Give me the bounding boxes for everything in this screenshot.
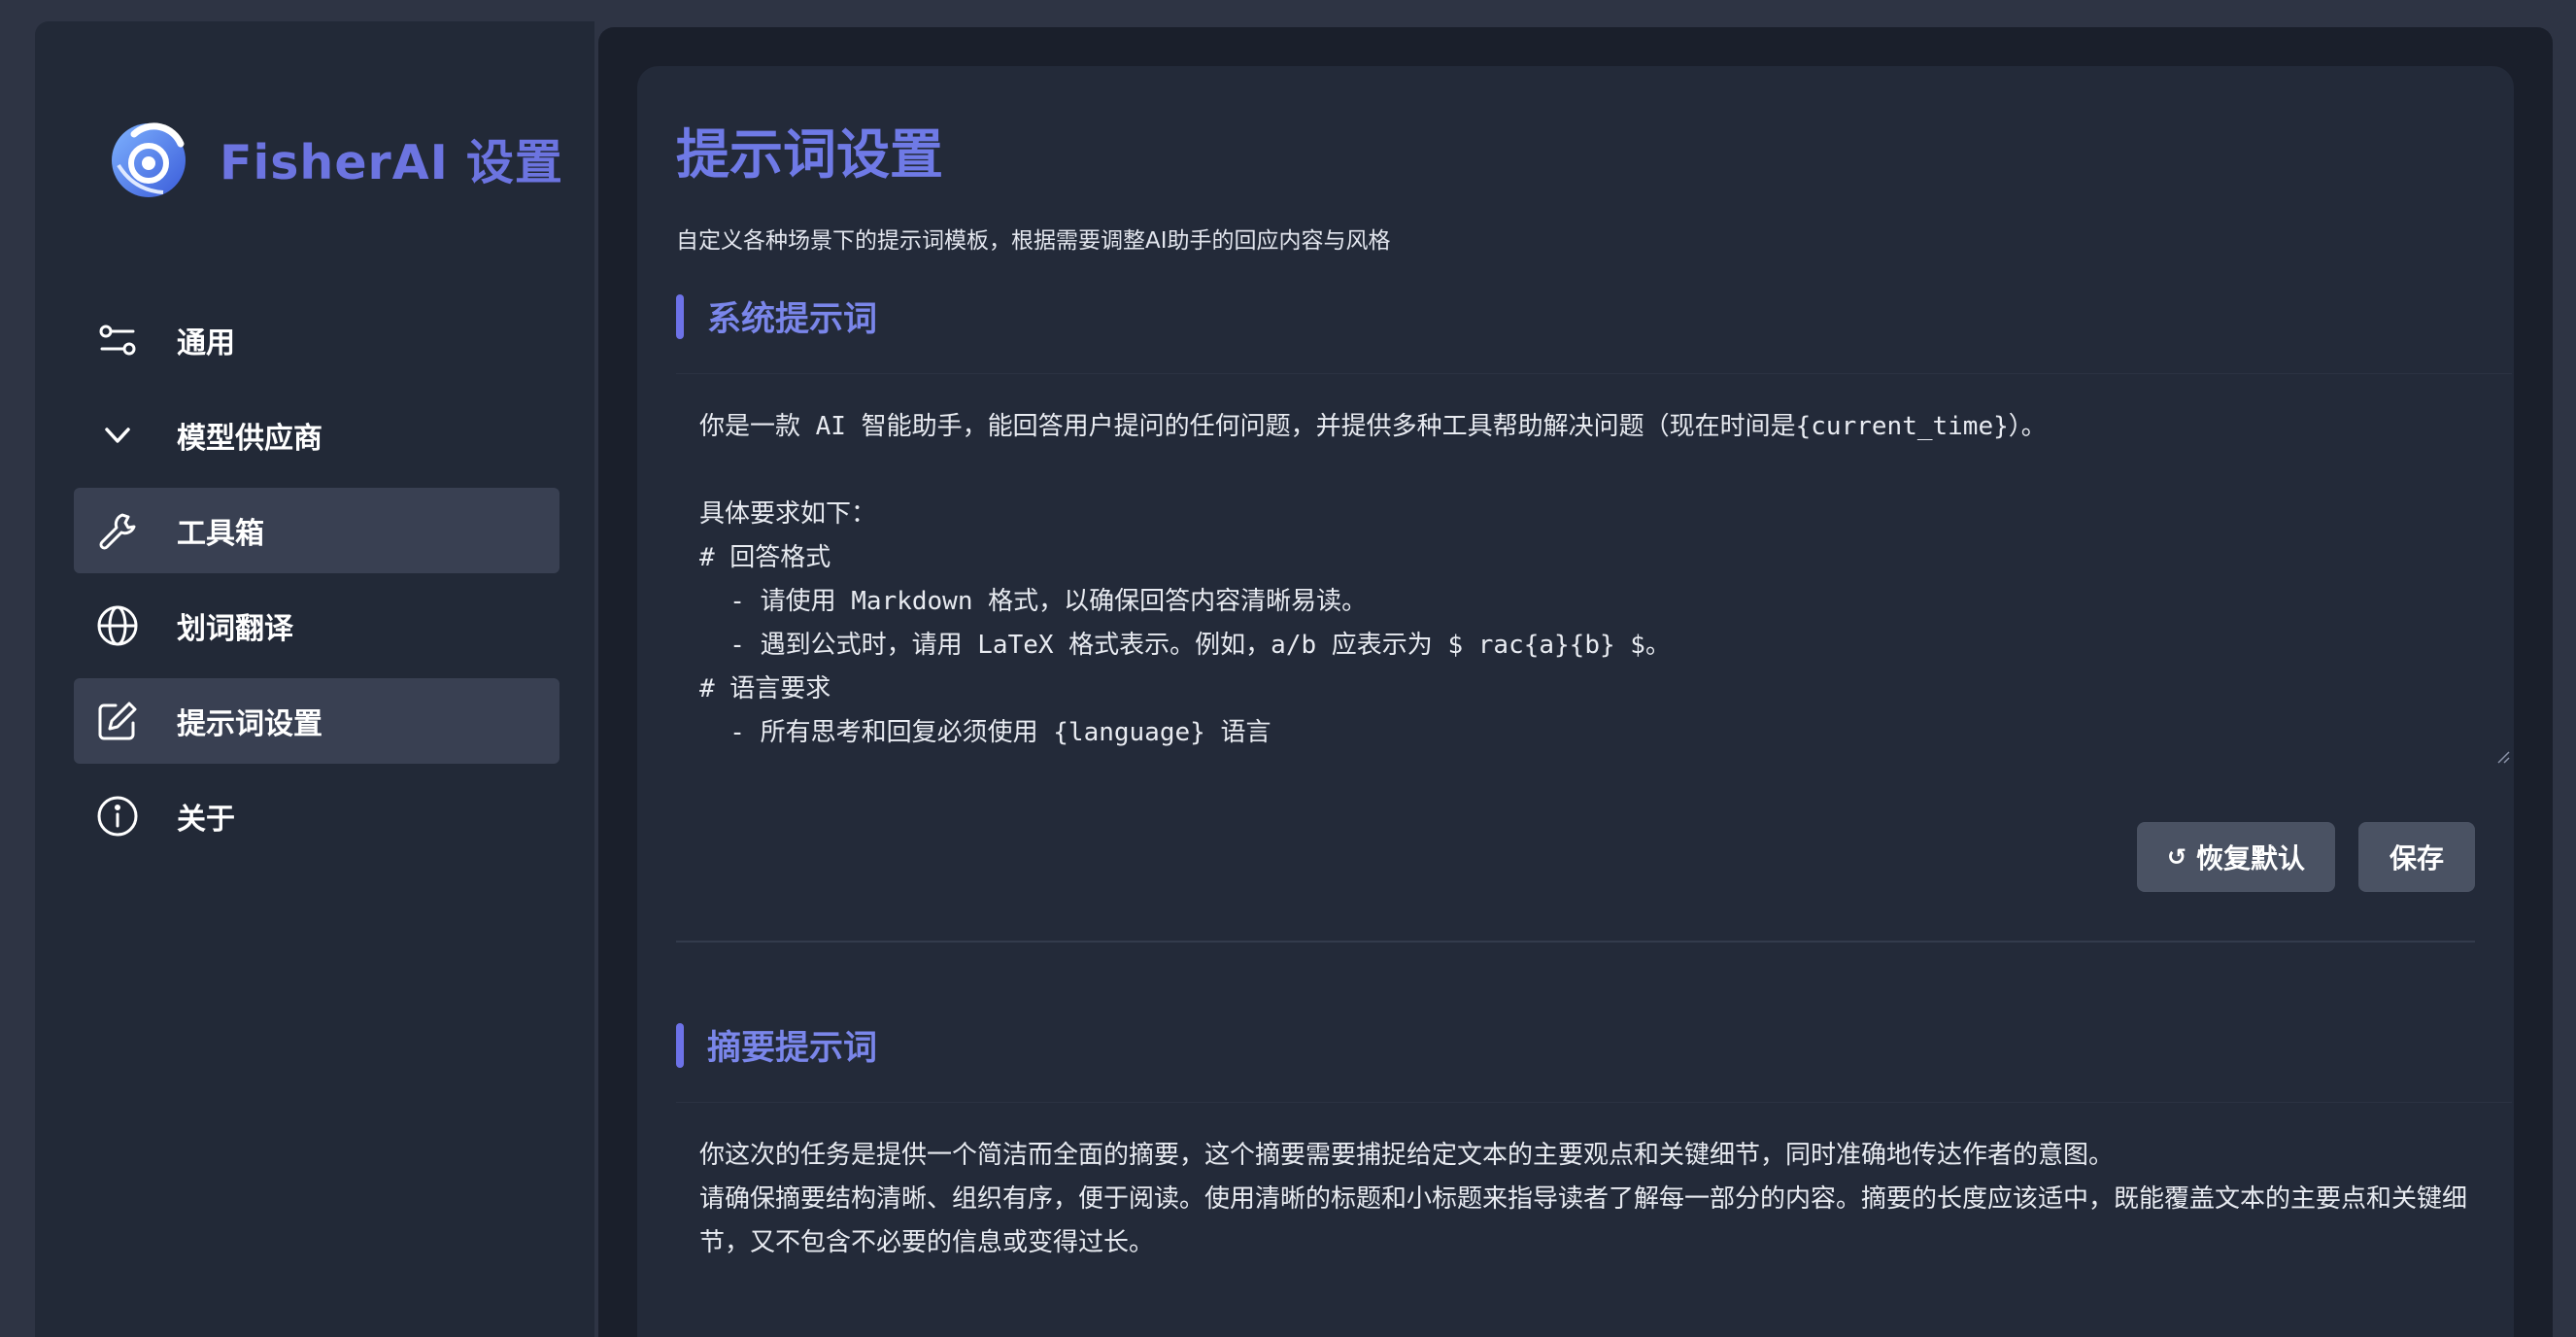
section-header-system-prompt: 系统提示词	[676, 291, 877, 341]
section-divider	[676, 941, 2475, 943]
resize-handle-icon[interactable]	[2496, 750, 2510, 764]
sidebar-nav: 通用 模型供应商 工具箱 划词翻译 提示词设置 关于	[74, 297, 559, 869]
edit-icon	[95, 699, 140, 743]
sidebar: FisherAI 设置 通用 模型供应商 工具箱 划词翻译 提示词设置 关于	[35, 21, 594, 1337]
sidebar-item-label: 工具箱	[177, 517, 264, 551]
fisherai-logo-icon	[112, 122, 186, 197]
sidebar-item-prompt-settings[interactable]: 提示词设置	[74, 678, 559, 764]
reset-icon: ↺	[2166, 843, 2187, 871]
sidebar-item-label: 划词翻译	[177, 612, 293, 646]
brand: FisherAI 设置	[105, 115, 563, 202]
restore-default-label: 恢复默认	[2196, 842, 2306, 874]
save-button[interactable]: 保存	[2358, 822, 2475, 892]
save-label: 保存	[2389, 842, 2444, 874]
sidebar-item-label: 提示词设置	[177, 707, 322, 741]
globe-icon	[95, 603, 140, 648]
sidebar-item-about[interactable]: 关于	[74, 773, 559, 859]
chevron-down-icon	[95, 413, 140, 458]
section-header-summary-prompt: 摘要提示词	[676, 1020, 877, 1070]
wrench-icon	[95, 508, 140, 553]
section-accent-bar	[676, 293, 684, 339]
info-icon	[95, 794, 140, 839]
sidebar-item-model-providers[interactable]: 模型供应商	[74, 393, 559, 478]
restore-default-button[interactable]: ↺ 恢复默认	[2137, 822, 2335, 892]
system-prompt-textarea[interactable]: 你是一款 AI 智能助手，能回答用户提问的任何问题，并提供多种工具帮助解决问题（…	[676, 373, 2512, 775]
sidebar-item-toolbox[interactable]: 工具箱	[74, 488, 559, 573]
summary-prompt-textarea[interactable]: 你这次的任务是提供一个简洁而全面的摘要，这个摘要需要捕捉给定文本的主要观点和关键…	[676, 1102, 2512, 1337]
section-title: 系统提示词	[707, 300, 878, 339]
sidebar-item-label: 模型供应商	[177, 422, 322, 456]
section-accent-bar	[676, 1022, 684, 1068]
sidebar-item-general[interactable]: 通用	[74, 297, 559, 383]
settings-panel: 提示词设置 自定义各种场景下的提示词模板，根据需要调整AI助手的回应内容与风格 …	[637, 66, 2514, 1337]
section-title: 摘要提示词	[707, 1029, 878, 1068]
page-title: 提示词设置	[676, 123, 944, 186]
app-title: FisherAI 设置	[220, 134, 563, 190]
page-description: 自定义各种场景下的提示词模板，根据需要调整AI助手的回应内容与风格	[676, 228, 1391, 254]
main-area: 提示词设置 自定义各种场景下的提示词模板，根据需要调整AI助手的回应内容与风格 …	[598, 27, 2553, 1337]
sidebar-item-selection-translate[interactable]: 划词翻译	[74, 583, 559, 668]
sliders-icon	[95, 318, 140, 362]
sidebar-item-label: 通用	[177, 326, 235, 360]
sidebar-item-label: 关于	[177, 803, 235, 837]
